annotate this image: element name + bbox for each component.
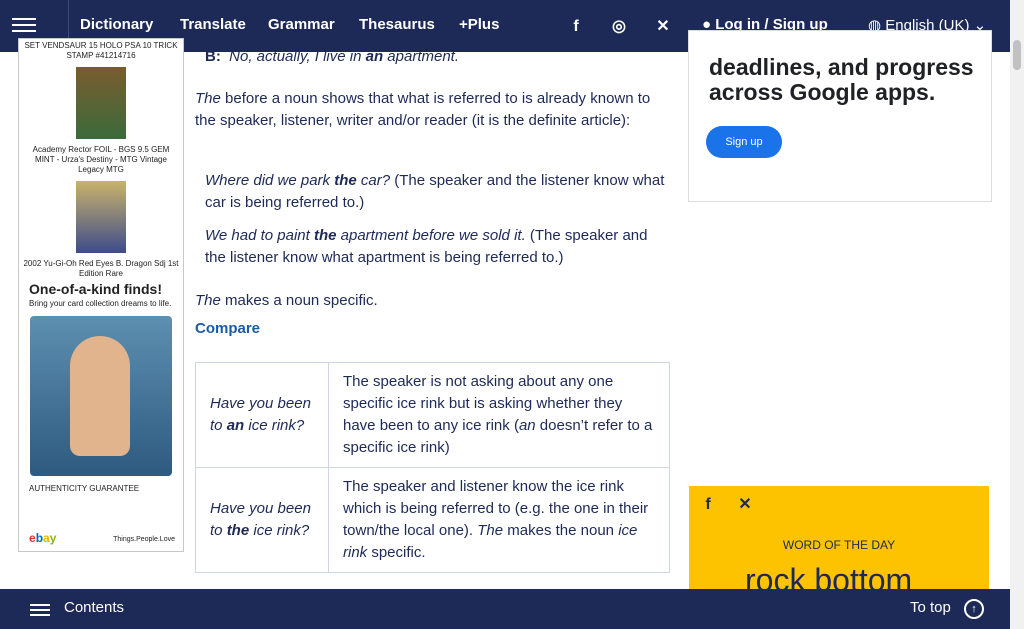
bottom-bar: Contents To top ↑	[0, 589, 1010, 629]
facebook-icon[interactable]: f	[565, 16, 587, 38]
table-cell-explanation[interactable]: The speaker and listener know the ice ri…	[328, 467, 670, 573]
ad-subheadline: Bring your card collection dreams to lif…	[29, 299, 172, 308]
example-line: We had to paint the apartment before we …	[205, 227, 648, 266]
ad-tagline: Things.People.Love	[113, 536, 175, 543]
right-ad[interactable]: deadlines, and progress across Google ap…	[688, 30, 992, 202]
table-row: Have you been to the ice rink? The speak…	[195, 467, 670, 573]
table-cell-example[interactable]: Have you been to an ice rink?	[195, 362, 329, 468]
ad-item-caption: SET VENDSAUR 15 HOLO PSA 10 TRICK STAMP …	[24, 41, 178, 60]
example-line: B: No, actually, I live in an apartment.	[205, 48, 460, 65]
table-row: Have you been to an ice rink? The speake…	[195, 362, 670, 468]
ad-item-caption: 2002 Yu-Gi-Oh Red Eyes B. Dragon Sdj 1st…	[23, 259, 179, 278]
speaker-label: B:	[205, 48, 221, 65]
menu-icon[interactable]	[30, 601, 50, 619]
ad-headline: deadlines, and progress across Google ap…	[709, 54, 974, 105]
paragraph: The makes a noun specific.	[195, 292, 378, 309]
page-scrollbar[interactable]	[1010, 0, 1024, 629]
scrollbar-thumb[interactable]	[1013, 40, 1021, 70]
ad-photo	[30, 316, 172, 476]
x-icon[interactable]: ✕	[652, 16, 674, 38]
contents-button[interactable]: Contents	[64, 599, 124, 616]
ebay-logo: ebay	[29, 531, 57, 545]
compare-table: Have you been to an ice rink? The speake…	[195, 362, 670, 573]
x-icon[interactable]: ✕	[734, 494, 756, 516]
instagram-icon[interactable]: ◎	[608, 16, 630, 38]
authenticity-label: AUTHENTICITY GUARANTEE	[29, 484, 140, 493]
trading-card-image	[76, 181, 126, 253]
ad-signup-button[interactable]: Sign up	[706, 126, 782, 158]
nav-thesaurus[interactable]: Thesaurus	[359, 16, 435, 33]
facebook-icon[interactable]: f	[697, 494, 719, 516]
nav-translate[interactable]: Translate	[180, 16, 246, 33]
example-line: Where did we park the car? (The speaker …	[205, 172, 665, 211]
table-cell-example[interactable]: Have you been to the ice rink?	[195, 467, 329, 573]
compare-heading: Compare	[195, 320, 261, 337]
ad-item-caption: Academy Rector FOIL - BGS 9.5 GEM MINT -…	[32, 145, 170, 174]
table-cell-explanation[interactable]: The speaker is not asking about any one …	[328, 362, 670, 468]
menu-icon[interactable]	[12, 14, 36, 34]
nav-dictionary[interactable]: Dictionary	[80, 16, 153, 33]
trading-card-image	[76, 67, 126, 139]
paragraph: The before a noun shows that what is ref…	[195, 90, 651, 129]
ad-headline: One-of-a-kind finds!	[29, 281, 162, 297]
nav-plus[interactable]: +Plus	[459, 16, 499, 33]
nav-grammar[interactable]: Grammar	[268, 16, 335, 33]
wotd-label: WORD OF THE DAY	[782, 538, 896, 552]
to-top-button[interactable]: To top	[910, 599, 951, 616]
left-ad[interactable]: SET VENDSAUR 15 HOLO PSA 10 TRICK STAMP …	[18, 38, 184, 552]
arrow-up-icon[interactable]: ↑	[964, 599, 984, 619]
